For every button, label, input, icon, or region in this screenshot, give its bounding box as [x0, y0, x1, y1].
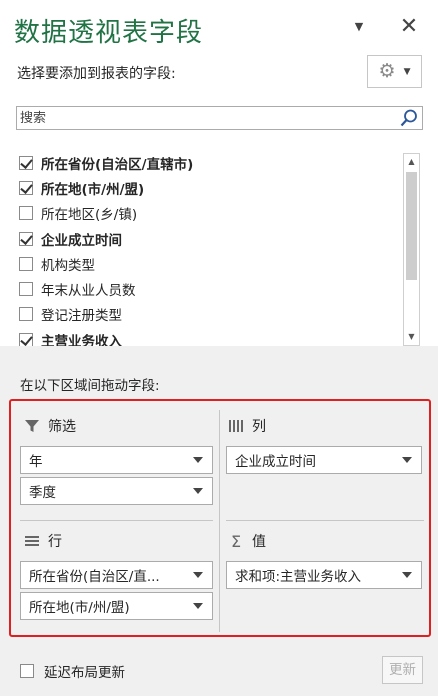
dropdown-arrow-icon[interactable] — [402, 572, 412, 578]
dropdown-arrow-icon[interactable] — [193, 457, 203, 463]
scrollbar-thumb[interactable] — [406, 172, 417, 280]
field-label: 机构类型 — [41, 257, 95, 274]
defer-update-label: 延迟布局更新 — [44, 665, 125, 681]
gear-icon: ⚙ — [378, 60, 396, 82]
field-checkbox[interactable] — [19, 206, 33, 221]
field-item[interactable]: 所在地(市/州/盟) — [16, 175, 423, 200]
field-item[interactable]: 机构类型 — [16, 251, 423, 276]
rows-area-label: 行 — [48, 534, 62, 550]
row-field-dropdown[interactable]: 所在地(市/州/盟) — [20, 592, 213, 620]
filter-area-title: 筛选 — [24, 416, 76, 436]
field-label: 登记注册类型 — [41, 308, 122, 325]
filter-icon — [24, 418, 40, 434]
field-list: 所在省份(自治区/直辖市) 所在地(市/州/盟) 所在地区(乡/镇) 企业成立时… — [16, 150, 423, 350]
columns-area-label: 列 — [252, 419, 266, 435]
defer-layout-update[interactable]: 延迟布局更新 — [20, 661, 125, 681]
search-icon[interactable] — [399, 108, 419, 128]
area-divider-vertical — [219, 410, 220, 632]
rows-area-title: 行 — [24, 531, 62, 551]
field-item[interactable]: 年末从业人员数 — [16, 276, 423, 301]
field-label: 所在地(市/州/盟) — [41, 181, 145, 198]
field-checkbox[interactable] — [19, 332, 33, 347]
columns-area-title: 列 — [228, 416, 266, 436]
row-field-dropdown[interactable]: 所在省份(自治区/直... — [20, 561, 213, 589]
field-checkbox[interactable] — [19, 307, 33, 322]
area-divider-horizontal — [20, 520, 213, 521]
field-item[interactable]: 登记注册类型 — [16, 302, 423, 327]
column-field-label: 企业成立时间 — [235, 454, 316, 470]
field-checkbox[interactable] — [19, 180, 33, 195]
pane-options-dropdown-icon[interactable]: ▼ — [350, 18, 368, 36]
columns-icon — [228, 418, 244, 434]
field-item[interactable]: 所在地区(乡/镇) — [16, 201, 423, 226]
drag-fields-label: 在以下区域间拖动字段: — [20, 378, 160, 394]
filter-area-label: 筛选 — [48, 419, 76, 435]
search-input[interactable] — [17, 107, 397, 129]
field-list-scrollbar[interactable]: ▲ ▼ — [403, 153, 420, 346]
field-item[interactable]: 所在省份(自治区/直辖市) — [16, 150, 423, 175]
dropdown-arrow-icon[interactable] — [193, 603, 203, 609]
row-field-label: 所在地(市/州/盟) — [29, 600, 130, 616]
filter-field-dropdown[interactable]: 季度 — [20, 477, 213, 505]
dropdown-arrow-icon[interactable] — [193, 572, 203, 578]
chevron-down-icon: ▼ — [403, 66, 411, 77]
value-field-label: 求和项:主营业务收入 — [235, 569, 362, 585]
dropdown-arrow-icon[interactable] — [402, 457, 412, 463]
tools-gear-button[interactable]: ⚙ ▼ — [367, 55, 422, 88]
column-field-dropdown[interactable]: 企业成立时间 — [226, 446, 422, 474]
filter-field-dropdown[interactable]: 年 — [20, 446, 213, 474]
filter-field-label: 年 — [29, 454, 43, 470]
defer-update-checkbox[interactable] — [20, 664, 34, 678]
choose-fields-label: 选择要添加到报表的字段: — [17, 66, 176, 82]
values-area-title: Σ 值 — [228, 531, 266, 551]
field-checkbox[interactable] — [19, 256, 33, 271]
row-field-label: 所在省份(自治区/直... — [29, 569, 160, 585]
close-icon[interactable]: ✕ — [398, 14, 420, 40]
rows-icon — [24, 533, 40, 549]
sigma-icon: Σ — [230, 531, 242, 551]
field-checkbox[interactable] — [19, 231, 33, 246]
area-divider-horizontal — [226, 520, 424, 521]
value-field-dropdown[interactable]: 求和项:主营业务收入 — [226, 561, 422, 589]
field-label: 企业成立时间 — [41, 232, 122, 249]
field-label: 所在省份(自治区/直辖市) — [41, 156, 194, 173]
field-label: 所在地区(乡/镇) — [41, 207, 138, 224]
field-label: 年末从业人员数 — [41, 283, 136, 300]
dropdown-arrow-icon[interactable] — [193, 488, 203, 494]
field-item[interactable]: 企业成立时间 — [16, 226, 423, 251]
update-button[interactable]: 更新 — [382, 656, 423, 684]
field-checkbox[interactable] — [19, 155, 33, 170]
pane-title: 数据透视表字段 — [14, 18, 204, 48]
filter-field-label: 季度 — [29, 485, 56, 501]
field-checkbox[interactable] — [19, 282, 33, 297]
values-area-label: 值 — [252, 534, 266, 550]
search-box[interactable] — [16, 106, 423, 130]
scroll-up-icon[interactable]: ▲ — [404, 154, 419, 170]
scroll-down-icon[interactable]: ▼ — [404, 329, 419, 345]
